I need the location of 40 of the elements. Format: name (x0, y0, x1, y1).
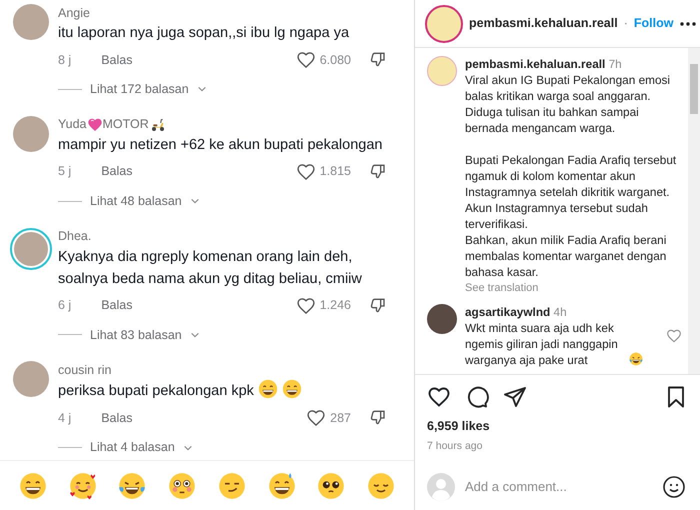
view-replies-link[interactable]: Lihat 4 balasan (90, 438, 175, 457)
caption-text: Bupati Pekalongan Fadia Arafiq tersebut ngamuk di kolom komentar akun Instagramnya setelah dikritik warganet. Akun Instagramnya tersebut sudah terverifikasi. (465, 152, 678, 232)
reply-link[interactable]: Balas (101, 162, 132, 182)
comment-time: 4 j (58, 410, 72, 427)
comment-time: 5 j (58, 163, 72, 180)
view-replies-link[interactable]: Lihat 48 balasan (90, 192, 182, 210)
reply-link[interactable]: Balas (101, 408, 132, 428)
reply-link[interactable]: Balas (101, 296, 132, 315)
caption-text: Bahkan, akun milik Fadia Arafiq berani membalas komentar warganet dengan bahasa kasar. (465, 232, 668, 280)
caption-text: Viral akun IG Bupati Pekalongan emosi balas kritikan warga soal anggaran. Diduga tulisan itu bahkan sampai bernada mengancam warga. (465, 72, 672, 136)
comment-input[interactable]: Add a comment... (465, 476, 652, 496)
username[interactable]: agsartikaywlnd (465, 305, 550, 319)
comment-text: Wkt minta suara aja udh kek ngemis giliran jadi nanggapin warganya aja pake urat (465, 320, 619, 368)
username: cousin rin (58, 362, 112, 379)
follow-link[interactable]: Follow (634, 14, 674, 33)
reply-link[interactable]: Balas (101, 50, 132, 70)
separator-dot: · (624, 15, 628, 32)
view-replies-link[interactable]: Lihat 172 balasan (90, 80, 189, 99)
comment-time: 4h (554, 305, 567, 319)
like-count: 6,959 likes (426, 418, 491, 435)
like-count: 6.080 (320, 52, 351, 69)
comment-text: Kyaknya dia ngreply komenan orang lain deh, soalnya beda nama akun yg ditag beliau, cmiiw (58, 248, 362, 286)
username: MOTOR (102, 116, 149, 134)
comment-text: itu laporan nya juga sopan,,si ibu lg ngapa ya (58, 25, 350, 41)
comment-text: periksa bupati pekalongan kpk (58, 383, 254, 400)
username[interactable]: pembasmi.kehaluan.reall (465, 57, 606, 71)
username[interactable]: pembasmi.kehaluan.reall (469, 14, 618, 33)
like-count: 1.815 (320, 163, 351, 180)
username: Angie (58, 4, 90, 22)
comment-text: mampir yu netizen +62 ke akun bupati pekalongan (58, 136, 382, 153)
view-replies-link[interactable]: Lihat 83 balasan (90, 326, 182, 344)
like-count: 1.246 (320, 297, 351, 314)
comment-time: 6 j (58, 297, 72, 314)
post-time: 7 hours ago (426, 438, 484, 454)
username: Dhea. (58, 228, 92, 246)
username: Yuda (58, 116, 87, 134)
like-count: 287 (330, 410, 351, 427)
see-translation-link[interactable]: See translation (465, 280, 682, 296)
post-time: 7h (608, 57, 622, 71)
comment-time: 8 j (58, 52, 72, 69)
